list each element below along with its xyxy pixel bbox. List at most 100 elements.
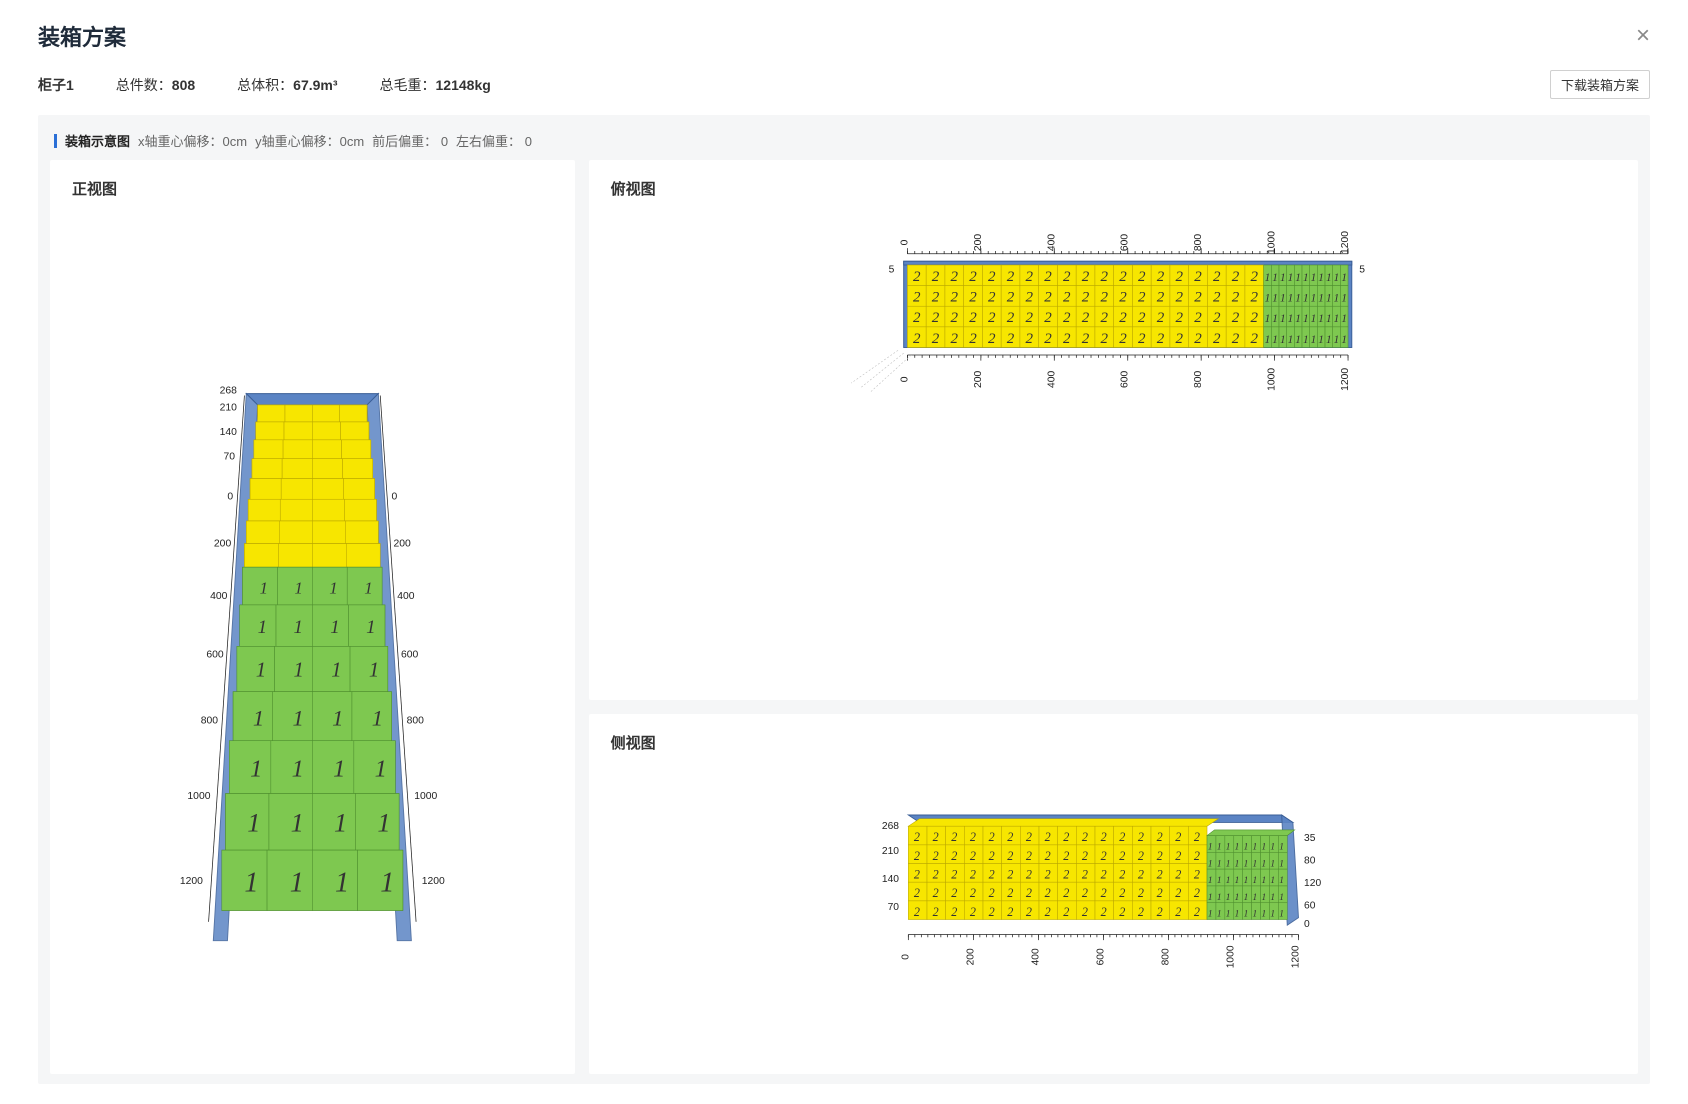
svg-text:2: 2: [1026, 867, 1032, 881]
svg-text:2: 2: [1026, 886, 1032, 900]
svg-text:1: 1: [1243, 843, 1248, 853]
svg-text:1: 1: [1310, 293, 1316, 305]
download-plan-button[interactable]: 下载装箱方案: [1550, 70, 1650, 99]
svg-text:1: 1: [1234, 843, 1239, 853]
svg-text:200: 200: [214, 538, 232, 549]
svg-text:1: 1: [1261, 859, 1266, 869]
svg-text:268: 268: [220, 386, 238, 397]
svg-text:1: 1: [1208, 876, 1213, 886]
svg-text:2: 2: [1026, 830, 1032, 844]
svg-text:1: 1: [375, 756, 387, 783]
svg-text:1: 1: [293, 706, 304, 731]
svg-text:0: 0: [1304, 919, 1310, 930]
svg-text:600: 600: [206, 650, 224, 661]
views-grid: 正视图: [50, 160, 1638, 1074]
svg-text:1: 1: [1270, 876, 1275, 886]
svg-text:200: 200: [965, 948, 976, 965]
svg-text:2: 2: [1044, 849, 1050, 863]
svg-text:2: 2: [1119, 849, 1125, 863]
svg-text:2: 2: [913, 310, 921, 326]
svg-text:1: 1: [1341, 334, 1347, 346]
svg-text:2: 2: [1100, 269, 1108, 285]
svg-text:200: 200: [973, 234, 984, 251]
summary-row: 柜子1 总件数：808 总体积：67.9m³ 总毛重：12148kg 下载装箱方…: [38, 70, 1650, 99]
svg-text:2: 2: [988, 830, 994, 844]
svg-text:2: 2: [1063, 310, 1071, 326]
side-view-title: 侧视图: [589, 714, 1638, 759]
svg-text:1: 1: [1264, 313, 1270, 325]
svg-text:2: 2: [1231, 331, 1239, 347]
svg-text:1: 1: [290, 868, 304, 899]
svg-text:2: 2: [1156, 905, 1162, 919]
svg-text:1: 1: [1341, 293, 1347, 305]
svg-text:1: 1: [1279, 910, 1284, 920]
close-icon[interactable]: ×: [1636, 24, 1650, 48]
svg-text:2: 2: [1063, 886, 1069, 900]
svg-text:1: 1: [1234, 859, 1239, 869]
svg-text:600: 600: [1119, 234, 1130, 251]
svg-text:1: 1: [330, 617, 339, 638]
svg-text:2: 2: [1156, 830, 1162, 844]
svg-text:2: 2: [1044, 331, 1052, 347]
svg-text:2: 2: [913, 290, 921, 306]
svg-text:1200: 1200: [422, 876, 445, 887]
svg-text:2: 2: [1063, 867, 1069, 881]
svg-text:1200: 1200: [180, 876, 203, 887]
svg-text:2: 2: [1025, 269, 1033, 285]
svg-text:1: 1: [1208, 859, 1213, 869]
svg-text:1: 1: [380, 868, 394, 899]
cabinet-name: 柜子1: [38, 75, 74, 95]
svg-text:2: 2: [1213, 310, 1221, 326]
svg-text:1: 1: [1225, 910, 1230, 920]
svg-text:1: 1: [1225, 893, 1230, 903]
svg-text:2: 2: [1100, 290, 1108, 306]
svg-text:2: 2: [913, 269, 921, 285]
svg-text:2: 2: [1194, 886, 1200, 900]
svg-text:2: 2: [988, 867, 994, 881]
svg-text:2: 2: [1119, 331, 1127, 347]
svg-text:2: 2: [1231, 269, 1239, 285]
svg-text:400: 400: [1046, 234, 1057, 251]
svg-text:1: 1: [334, 807, 347, 837]
svg-text:1: 1: [1318, 334, 1324, 346]
svg-text:600: 600: [1095, 948, 1106, 965]
svg-text:1: 1: [260, 579, 268, 598]
svg-text:1: 1: [1270, 843, 1275, 853]
svg-text:2: 2: [1063, 331, 1071, 347]
svg-text:2: 2: [932, 905, 938, 919]
svg-text:1: 1: [1270, 859, 1275, 869]
svg-text:2: 2: [913, 331, 921, 347]
svg-text:2: 2: [914, 830, 920, 844]
svg-text:1: 1: [1287, 293, 1293, 305]
svg-text:5: 5: [1359, 265, 1365, 276]
svg-text:2: 2: [1194, 849, 1200, 863]
svg-text:2: 2: [1156, 269, 1164, 285]
svg-text:2: 2: [969, 290, 977, 306]
svg-text:2: 2: [1194, 867, 1200, 881]
svg-text:2: 2: [1006, 310, 1014, 326]
svg-text:1: 1: [1287, 272, 1293, 284]
svg-text:1: 1: [1295, 293, 1301, 305]
svg-text:35: 35: [1304, 833, 1316, 844]
svg-text:2: 2: [969, 269, 977, 285]
svg-text:1: 1: [1208, 843, 1213, 853]
svg-text:1: 1: [1333, 293, 1339, 305]
svg-text:2: 2: [1119, 905, 1125, 919]
svg-text:2: 2: [1081, 331, 1089, 347]
svg-text:800: 800: [407, 716, 425, 727]
svg-text:1: 1: [1333, 272, 1339, 284]
svg-text:2: 2: [1100, 867, 1106, 881]
svg-text:1: 1: [1225, 843, 1230, 853]
diagram-panel: 装箱示意图 x轴重心偏移：0cm y轴重心偏移：0cm 前后偏重： 0 左右偏重…: [38, 115, 1650, 1084]
svg-text:1: 1: [1252, 876, 1257, 886]
svg-text:1: 1: [1287, 334, 1293, 346]
front-view-title: 正视图: [50, 160, 575, 205]
svg-text:2: 2: [1044, 830, 1050, 844]
svg-text:600: 600: [1119, 371, 1130, 388]
svg-text:2: 2: [1044, 269, 1052, 285]
svg-text:2: 2: [1175, 269, 1183, 285]
svg-text:1: 1: [1264, 334, 1270, 346]
svg-text:0: 0: [899, 239, 910, 245]
svg-text:2: 2: [1194, 290, 1202, 306]
svg-text:80: 80: [1304, 856, 1316, 867]
